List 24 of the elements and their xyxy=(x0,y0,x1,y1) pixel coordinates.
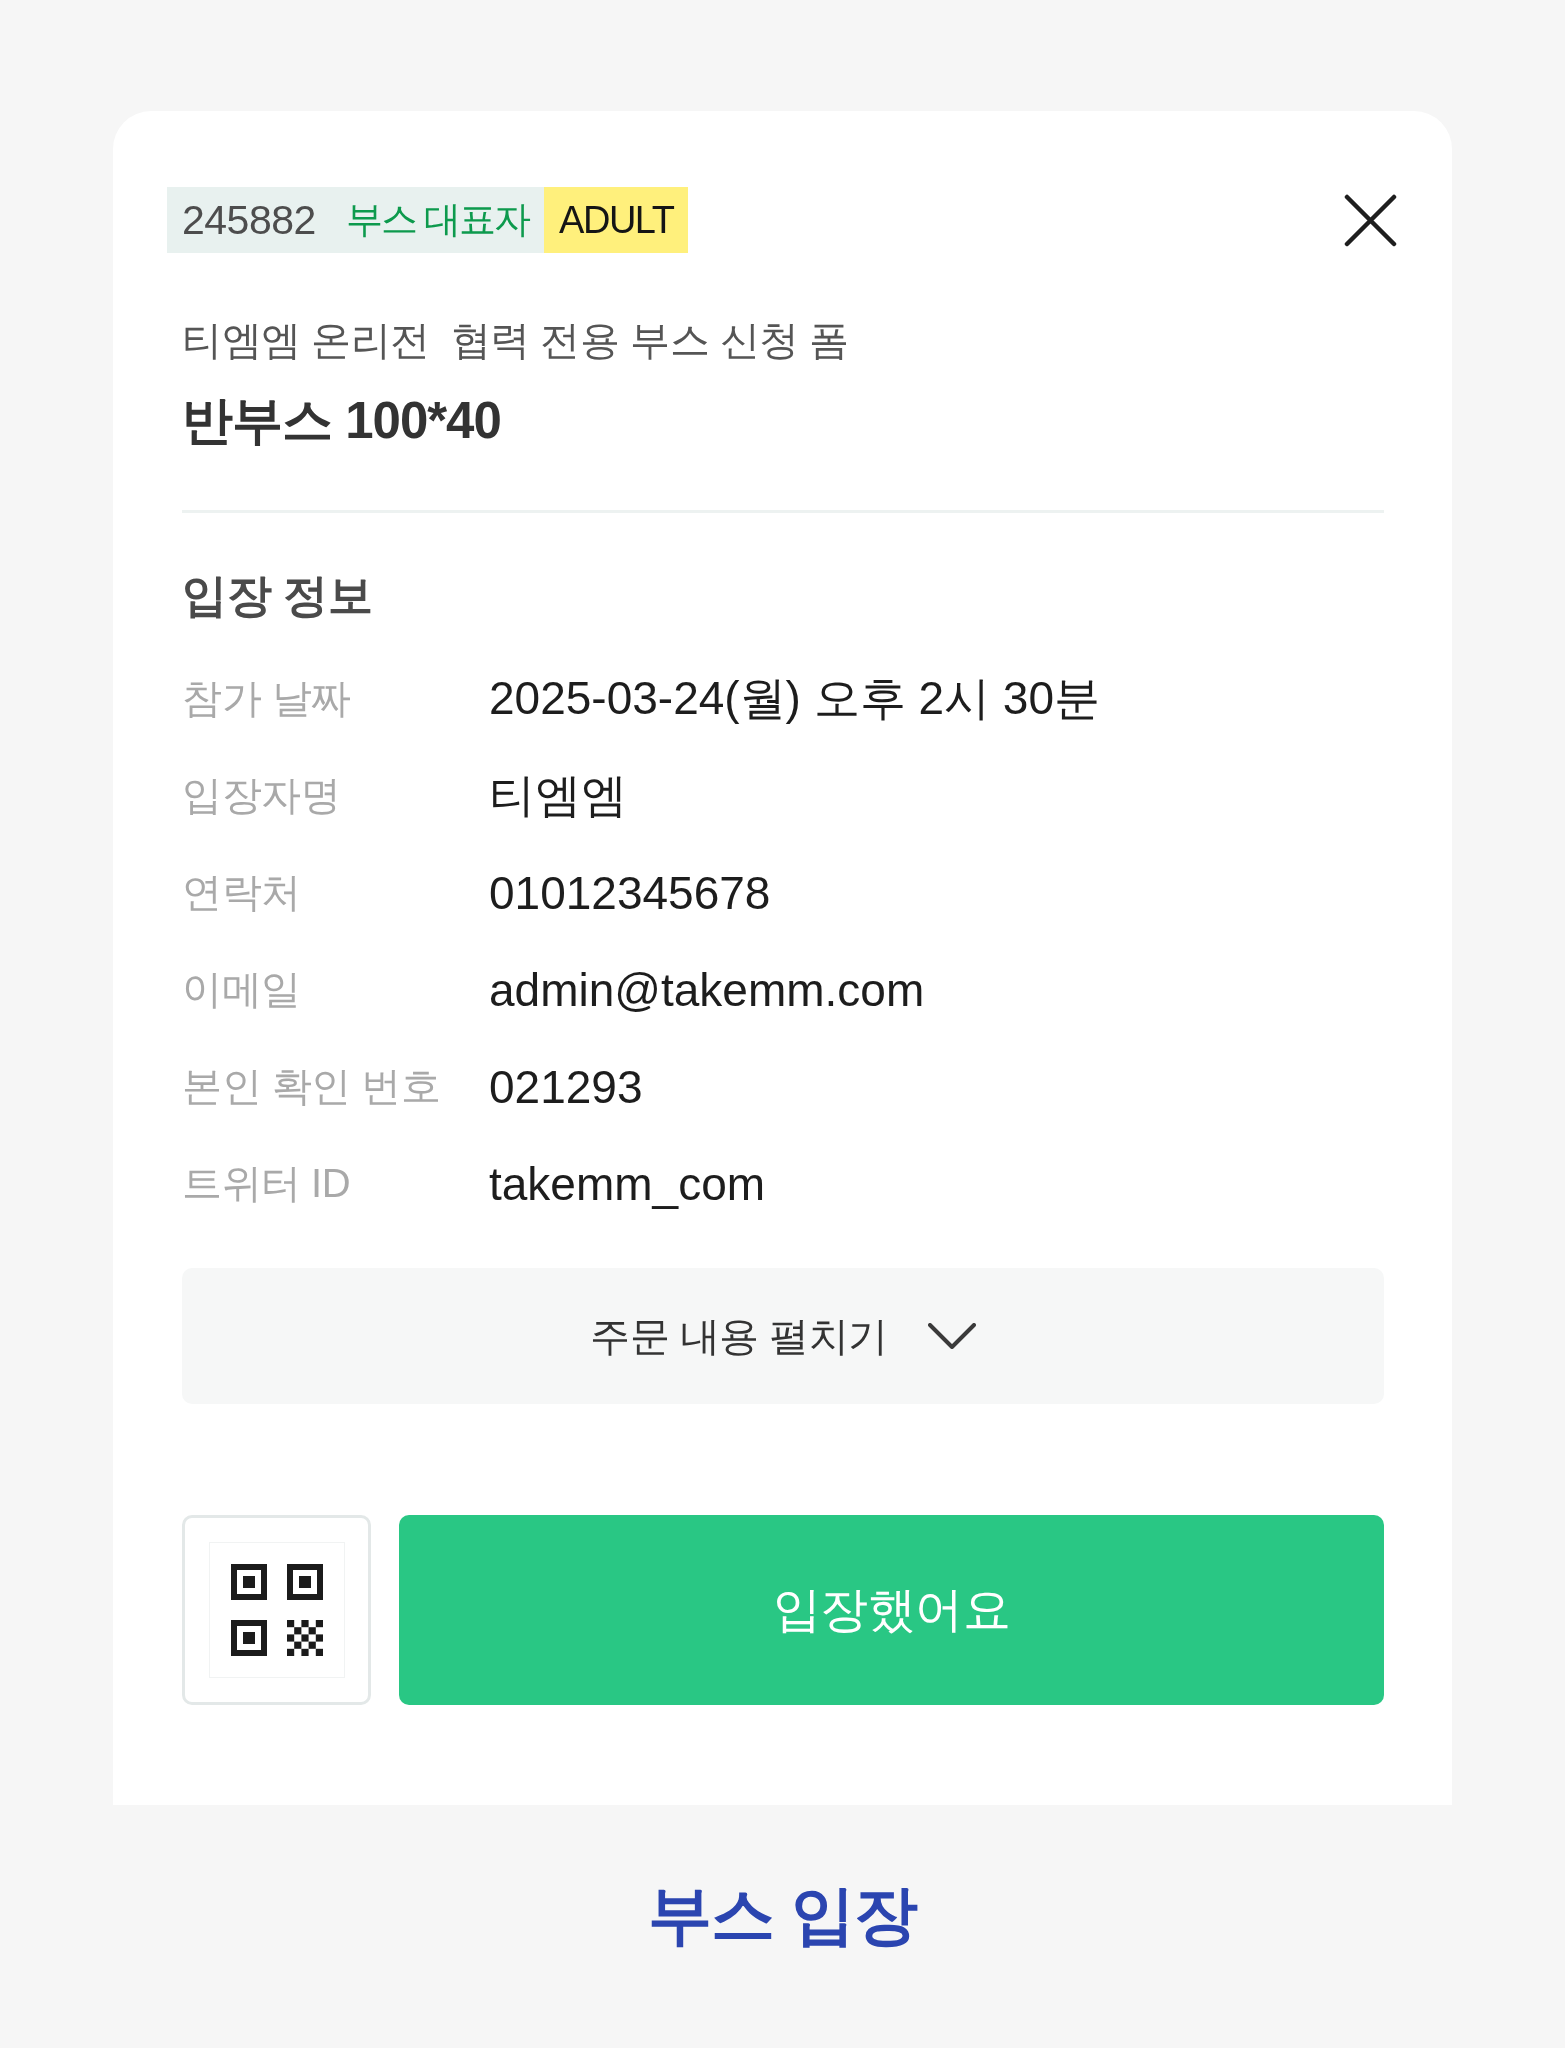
field-label: 트위터 ID xyxy=(182,1160,351,1207)
field-label: 이메일 xyxy=(182,966,301,1013)
expand-order-button[interactable]: 주문 내용 펼치기 xyxy=(182,1268,1384,1404)
field-value: admin@takemm.com xyxy=(489,962,925,1017)
field-value: 2025-03-24(월) 오후 2시 30분 xyxy=(489,670,1101,726)
id-tag: 245882 xyxy=(167,187,331,253)
field-label: 본인 확인 번호 xyxy=(182,1063,441,1110)
page-caption: 부스 입장 xyxy=(648,1878,917,1953)
field-label: 입장자명 xyxy=(182,772,340,819)
field-value: 021293 xyxy=(489,1059,643,1114)
close-icon[interactable] xyxy=(1344,193,1397,247)
field-value: 티엠엠 xyxy=(489,767,627,823)
field-value: 01012345678 xyxy=(489,865,771,920)
chevron-down-icon xyxy=(927,1323,976,1349)
field-label: 연락처 xyxy=(182,869,301,916)
qr-code-button[interactable] xyxy=(182,1515,371,1705)
qr-code-icon xyxy=(208,1542,345,1678)
section-title: 입장 정보 xyxy=(182,569,373,623)
field-label: 참가 날짜 xyxy=(182,675,351,722)
age-tag: ADULT xyxy=(544,187,689,253)
role-tag: 부스 대표자 xyxy=(330,187,545,253)
field-value: takemm_com xyxy=(489,1156,766,1211)
form-title: 티엠엠 온리전 협력 전용 부스 신청 폼 xyxy=(182,317,850,364)
booth-name: 반부스 100*40 xyxy=(182,391,502,451)
